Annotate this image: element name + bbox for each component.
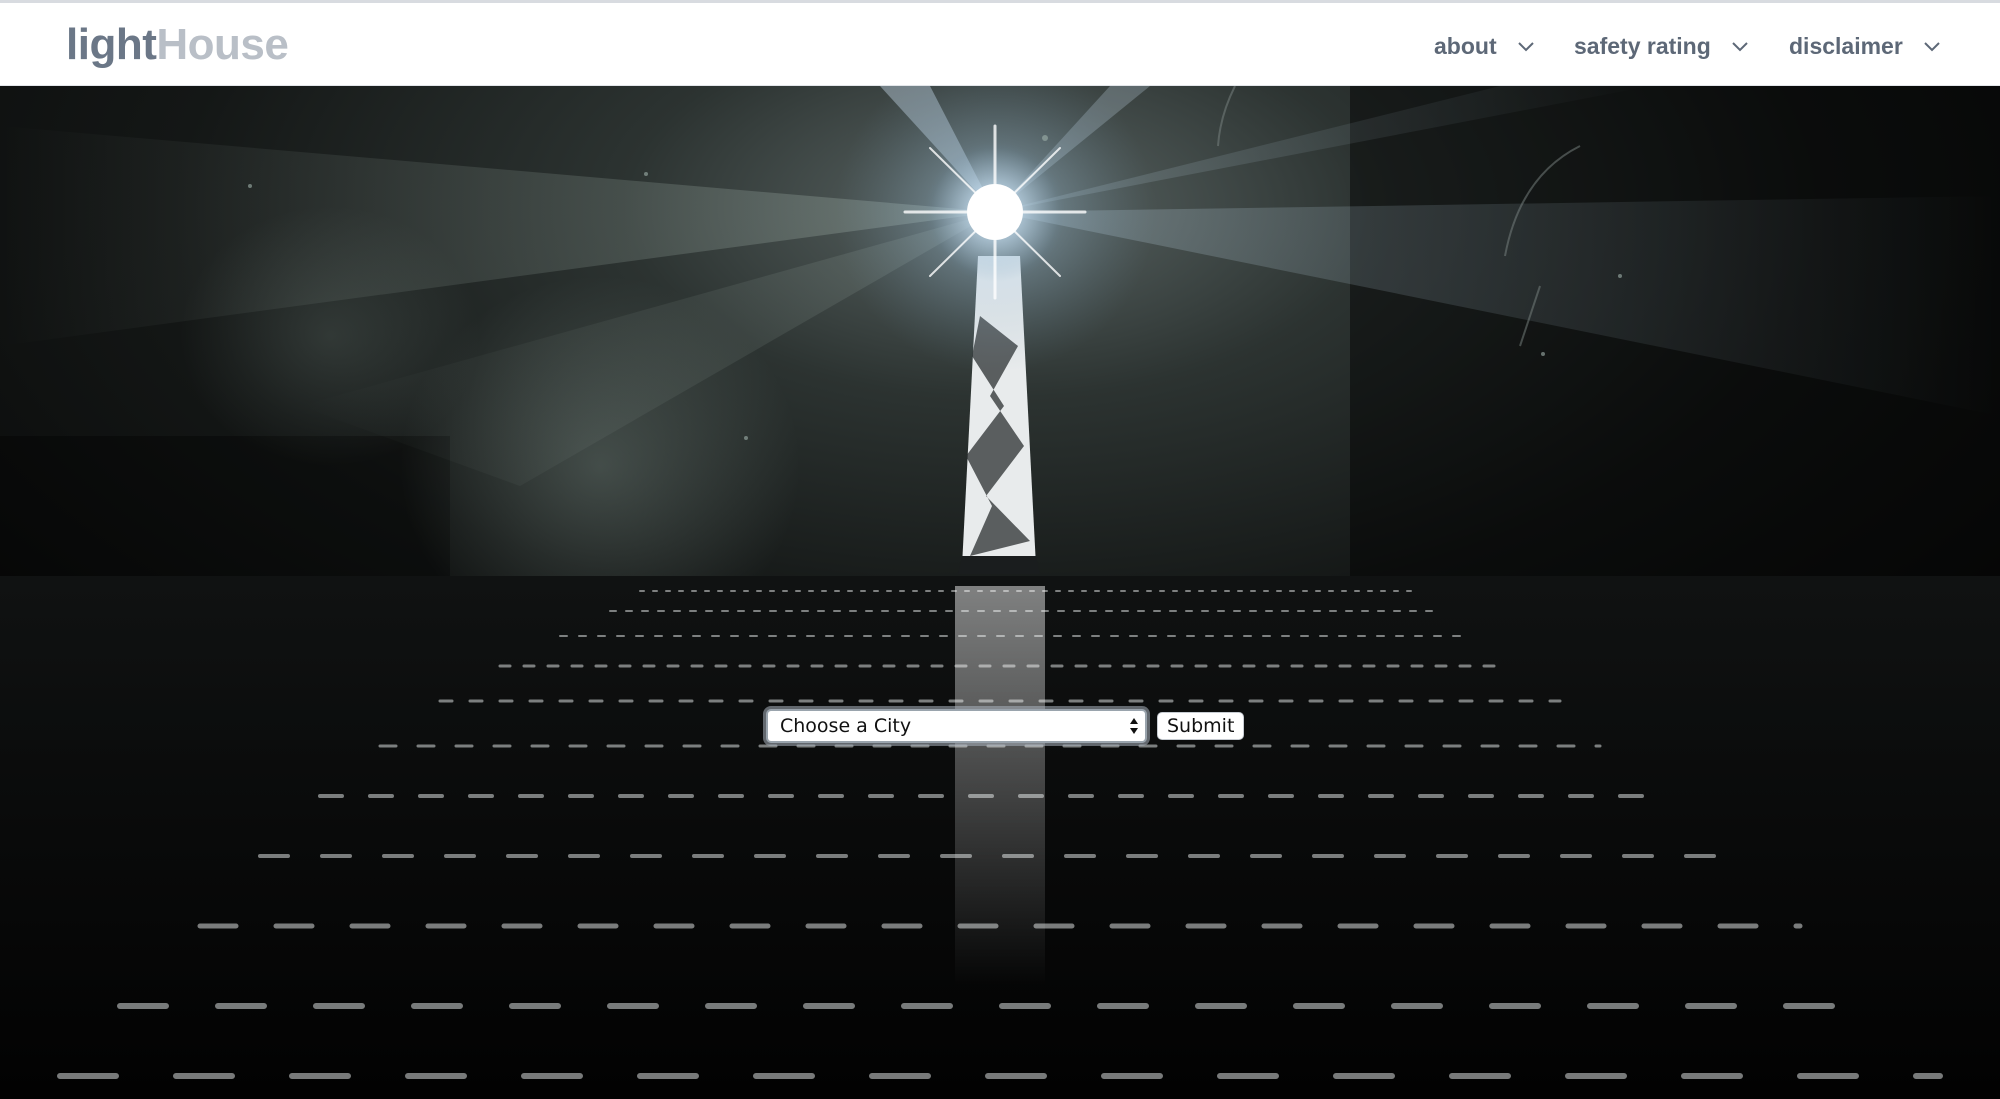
- brand-part-light: light: [66, 20, 157, 69]
- chevron-down-icon: [1924, 42, 1940, 52]
- brand-part-house: House: [156, 20, 289, 69]
- nav-disclaimer-label: disclaimer: [1789, 32, 1903, 59]
- chevron-down-icon: [1732, 42, 1748, 52]
- hero-lighthouse-scene: [0, 86, 2000, 1099]
- city-search-form: Choose a City Submit: [766, 709, 1245, 743]
- city-select-value: Choose a City: [780, 715, 912, 737]
- city-select[interactable]: Choose a City: [766, 709, 1147, 743]
- brand-logo[interactable]: lightHouse: [66, 19, 289, 71]
- nav-safety-rating-label: safety rating: [1574, 32, 1711, 59]
- page: lightHouse about safety rating disclaime…: [0, 0, 2000, 1099]
- select-arrows-icon: [1130, 718, 1138, 734]
- nav-about-dropdown[interactable]: about: [1434, 30, 1537, 62]
- nav-safety-rating-dropdown[interactable]: safety rating: [1574, 30, 1751, 62]
- lighthouse-background-image: [0, 86, 2000, 1099]
- nav-disclaimer-dropdown[interactable]: disclaimer: [1789, 30, 1943, 62]
- navbar: lightHouse about safety rating disclaime…: [0, 0, 2000, 86]
- submit-button[interactable]: Submit: [1157, 712, 1245, 740]
- chevron-down-icon: [1517, 42, 1534, 52]
- nav-about-label: about: [1434, 32, 1497, 59]
